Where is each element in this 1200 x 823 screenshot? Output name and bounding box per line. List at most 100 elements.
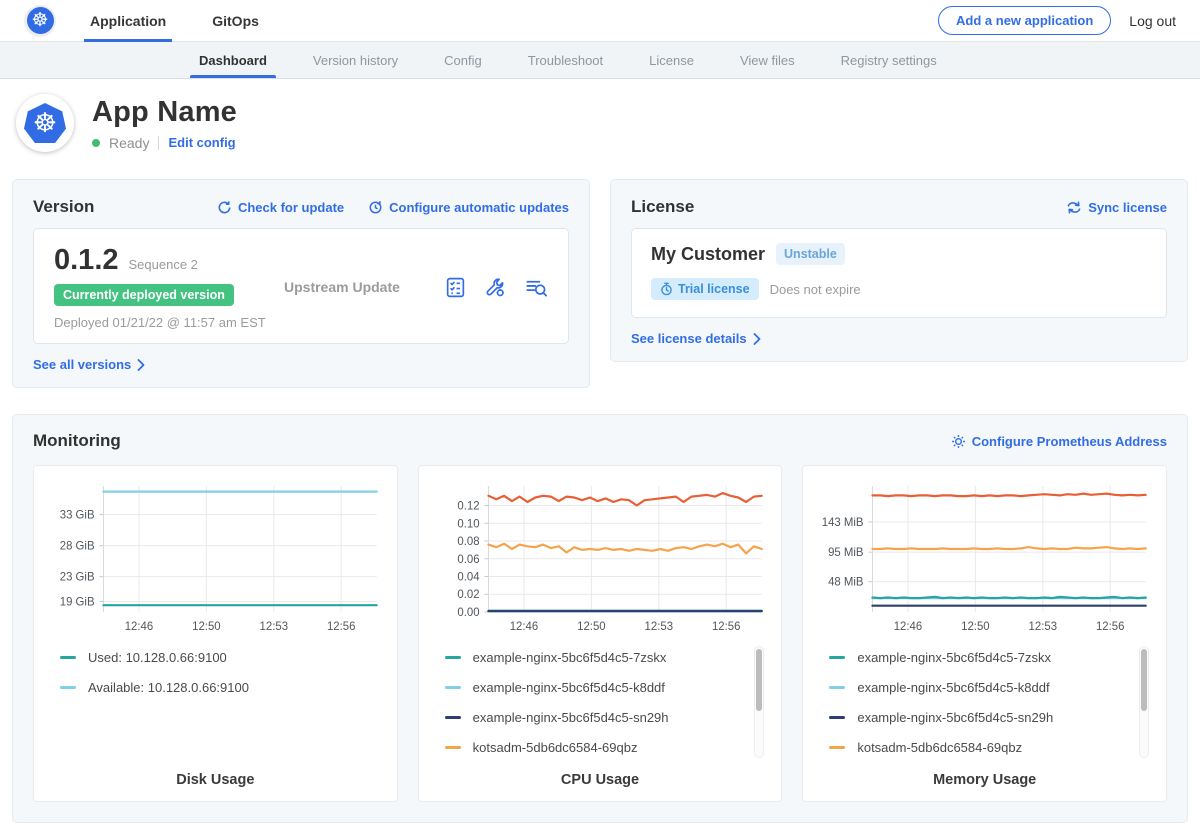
chart-title: Disk Usage <box>48 766 383 788</box>
legend-item: kotsadm-5db6dc6584-69qbz <box>445 740 768 755</box>
legend-color-dash <box>60 686 76 689</box>
edit-config-wrench-icon[interactable] <box>484 276 507 299</box>
configure-prometheus-link[interactable]: Configure Prometheus Address <box>951 434 1167 449</box>
memory-usage-chart: 143 MiB95 MiB48 MiB12:4612:5012:5312:56 <box>817 478 1152 638</box>
legend-item: Available: 10.128.0.66:9100 <box>60 680 383 695</box>
legend-label: example-nginx-5bc6f5d4c5-k8ddf <box>857 680 1049 695</box>
tab-view-files[interactable]: View files <box>717 42 818 78</box>
nav-tab-label: Application <box>90 13 166 29</box>
legend-color-dash <box>445 716 461 719</box>
svg-text:12:50: 12:50 <box>192 621 220 633</box>
tab-version-history[interactable]: Version history <box>290 42 421 78</box>
divider <box>158 136 159 150</box>
cpu-usage-chart-panel: 0.120.100.080.060.040.020.0012:4612:5012… <box>418 465 783 802</box>
disk-usage-legend: Used: 10.128.0.66:9100 Available: 10.128.… <box>48 650 383 766</box>
scrollbar-thumb[interactable] <box>756 649 762 711</box>
svg-text:23 GiB: 23 GiB <box>60 572 95 584</box>
sync-license-link[interactable]: Sync license <box>1066 200 1167 215</box>
svg-text:12:53: 12:53 <box>260 621 288 633</box>
app-sub-nav: Dashboard Version history Config Trouble… <box>0 42 1200 79</box>
edit-config-link[interactable]: Edit config <box>168 135 235 150</box>
disk-usage-chart-panel: 33 GiB28 GiB23 GiB19 GiB12:4612:5012:531… <box>33 465 398 802</box>
nav-tab-gitops[interactable]: GitOps <box>210 0 261 42</box>
customer-name: My Customer <box>651 244 765 265</box>
current-version-panel: 0.1.2 Sequence 2 Currently deployed vers… <box>33 228 569 344</box>
update-type-label: Upstream Update <box>284 279 444 295</box>
svg-text:0.08: 0.08 <box>457 536 479 548</box>
legend-color-dash <box>60 656 76 659</box>
svg-text:12:50: 12:50 <box>577 621 605 633</box>
legend-scrollbar[interactable] <box>754 646 764 758</box>
legend-item: kotsadm-5db6dc6584-69qbz <box>829 740 1152 755</box>
see-all-versions-link[interactable]: See all versions <box>33 357 146 372</box>
legend-color-dash <box>829 716 845 719</box>
license-card: License Sync license My Customer Unstabl… <box>610 179 1188 362</box>
tab-registry-settings[interactable]: Registry settings <box>818 42 960 78</box>
legend-label: example-nginx-5bc6f5d4c5-7zskx <box>473 650 667 665</box>
version-card: Version Check for update Configure autom… <box>12 179 590 388</box>
cpu-usage-chart: 0.120.100.080.060.040.020.0012:4612:5012… <box>433 478 768 638</box>
svg-text:12:53: 12:53 <box>1029 621 1057 633</box>
memory-usage-legend: example-nginx-5bc6f5d4c5-7zskx example-ng… <box>817 650 1152 766</box>
legend-item: Used: 10.128.0.66:9100 <box>60 650 383 665</box>
license-card-title: License <box>631 197 694 217</box>
legend-item: example-nginx-5bc6f5d4c5-sn29h <box>445 710 768 725</box>
view-logs-icon[interactable] <box>524 276 548 299</box>
svg-text:12:50: 12:50 <box>961 621 989 633</box>
legend-item: example-nginx-5bc6f5d4c5-sn29h <box>829 710 1152 725</box>
version-number: 0.1.2 <box>54 244 119 277</box>
legend-scrollbar[interactable] <box>1139 646 1149 758</box>
chevron-right-icon <box>137 359 146 371</box>
configure-automatic-updates-link[interactable]: Configure automatic updates <box>368 200 569 215</box>
top-nav: ☸ Application GitOps Add a new applicati… <box>0 0 1200 42</box>
legend-label: example-nginx-5bc6f5d4c5-sn29h <box>857 710 1053 725</box>
license-details-panel: My Customer Unstable Trial license Does … <box>631 228 1167 318</box>
svg-text:0.02: 0.02 <box>457 589 479 601</box>
memory-usage-chart-panel: 143 MiB95 MiB48 MiB12:4612:5012:5312:56 … <box>802 465 1167 802</box>
svg-text:0.10: 0.10 <box>457 518 479 530</box>
see-license-details-link[interactable]: See license details <box>631 331 762 346</box>
svg-text:33 GiB: 33 GiB <box>60 510 95 522</box>
refresh-icon <box>217 200 232 215</box>
version-card-title: Version <box>33 197 94 217</box>
cpu-usage-legend: example-nginx-5bc6f5d4c5-7zskx example-ng… <box>433 650 768 766</box>
svg-text:0.00: 0.00 <box>457 607 479 619</box>
svg-text:12:46: 12:46 <box>125 621 153 633</box>
page-title: App Name <box>92 96 237 129</box>
svg-text:0.04: 0.04 <box>457 571 480 583</box>
svg-text:12:46: 12:46 <box>894 621 922 633</box>
trial-license-badge: Trial license <box>651 278 759 300</box>
legend-label: example-nginx-5bc6f5d4c5-7zskx <box>857 650 1051 665</box>
legend-item: example-nginx-5bc6f5d4c5-k8ddf <box>829 680 1152 695</box>
tab-dashboard[interactable]: Dashboard <box>176 42 290 78</box>
tab-config[interactable]: Config <box>421 42 505 78</box>
chart-title: Memory Usage <box>817 766 1152 788</box>
svg-text:95 MiB: 95 MiB <box>828 547 864 559</box>
app-logo: ☸ <box>16 94 74 152</box>
legend-color-dash <box>829 686 845 689</box>
check-for-update-link[interactable]: Check for update <box>217 200 344 215</box>
legend-color-dash <box>829 656 845 659</box>
legend-label: kotsadm-5db6dc6584-69qbz <box>473 740 638 755</box>
monitoring-card: Monitoring Configure Prometheus Address … <box>12 414 1188 823</box>
legend-color-dash <box>445 656 461 659</box>
app-header: ☸ App Name Ready Edit config <box>0 79 1200 166</box>
logout-link[interactable]: Log out <box>1129 13 1176 29</box>
sequence-label: Sequence 2 <box>129 257 198 272</box>
monitoring-title: Monitoring <box>33 431 121 451</box>
svg-text:12:46: 12:46 <box>509 621 537 633</box>
nav-tab-application[interactable]: Application <box>88 0 168 42</box>
legend-item: example-nginx-5bc6f5d4c5-7zskx <box>829 650 1152 665</box>
scrollbar-thumb[interactable] <box>1141 649 1147 711</box>
tab-troubleshoot[interactable]: Troubleshoot <box>505 42 626 78</box>
preflight-checks-icon[interactable] <box>444 276 467 299</box>
legend-label: Available: 10.128.0.66:9100 <box>88 680 249 695</box>
tab-license[interactable]: License <box>626 42 717 78</box>
kubernetes-icon: ☸ <box>24 103 66 143</box>
svg-text:28 GiB: 28 GiB <box>60 541 95 553</box>
svg-text:0.06: 0.06 <box>457 554 479 566</box>
legend-color-dash <box>829 746 845 749</box>
add-application-button[interactable]: Add a new application <box>938 6 1111 35</box>
gear-icon <box>951 434 966 449</box>
svg-text:0.12: 0.12 <box>457 500 479 512</box>
